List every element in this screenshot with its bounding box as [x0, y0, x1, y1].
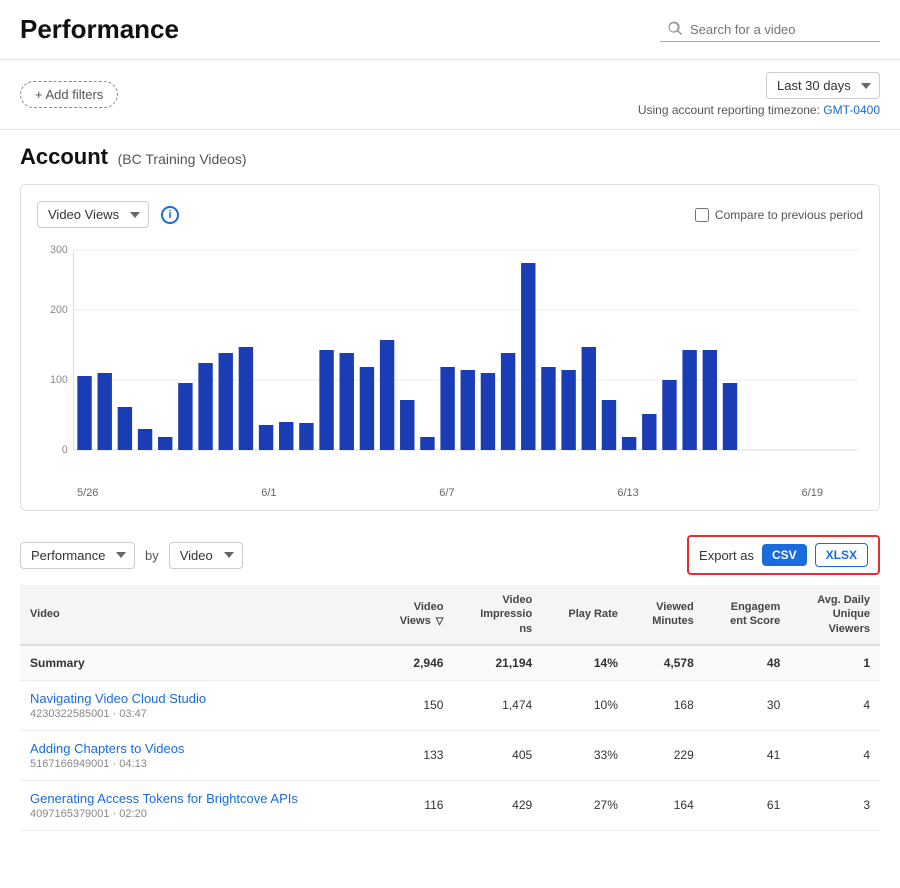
video-meta: 4097165379001 · 02:20	[30, 808, 365, 820]
summary-viewed-minutes: 4,578	[628, 645, 704, 681]
video-meta: 4230322585001 · 03:47	[30, 708, 365, 720]
export-label: Export as	[699, 548, 754, 563]
summary-video-views: 2,946	[375, 645, 454, 681]
table-metric-select[interactable]: Performance	[20, 542, 135, 569]
summary-impressions: 21,194	[453, 645, 542, 681]
video-title-link[interactable]: Navigating Video Cloud Studio	[30, 691, 365, 706]
col-avg-daily-unique[interactable]: Avg. DailyUniqueViewers	[790, 585, 880, 645]
video-meta: 5167166949001 · 04:13	[30, 758, 365, 770]
summary-unique-viewers: 1	[790, 645, 880, 681]
table-controls-left: Performance by Video	[20, 542, 243, 569]
search-input[interactable]	[690, 22, 872, 37]
col-video-impressions[interactable]: VideoImpressions	[453, 585, 542, 645]
svg-text:0: 0	[62, 444, 68, 456]
summary-row: Summary 2,946 21,194 14% 4,578 48 1	[20, 645, 880, 681]
chart-metric-select[interactable]: Video Views	[37, 201, 149, 228]
summary-label: Summary	[20, 645, 375, 681]
export-csv-button[interactable]: CSV	[762, 544, 807, 566]
export-area: Export as CSV XLSX	[687, 535, 880, 575]
by-label: by	[145, 548, 159, 563]
table-row: Adding Chapters to Videos 5167166949001 …	[20, 730, 880, 780]
chart-top: Video Views i Compare to previous period	[37, 201, 863, 228]
x-axis-labels: 5/26 6/1 6/7 6/13 6/19	[37, 483, 863, 499]
timezone-link[interactable]: GMT-0400	[823, 103, 880, 117]
search-icon	[668, 21, 684, 37]
info-icon[interactable]: i	[161, 206, 179, 224]
account-title: Account	[20, 144, 108, 169]
col-video-views[interactable]: VideoViews ▽	[375, 585, 454, 645]
svg-text:100: 100	[50, 374, 68, 386]
svg-text:300: 300	[50, 244, 68, 256]
video-title-link[interactable]: Adding Chapters to Videos	[30, 741, 365, 756]
col-play-rate[interactable]: Play Rate	[542, 585, 628, 645]
col-video: Video	[20, 585, 375, 645]
table-controls: Performance by Video Export as CSV XLSX	[20, 525, 880, 585]
search-box	[660, 17, 880, 42]
table-group-select[interactable]: Video	[169, 542, 243, 569]
col-viewed-minutes[interactable]: ViewedMinutes	[628, 585, 704, 645]
table-section: Performance by Video Export as CSV XLSX …	[0, 525, 900, 831]
account-subtitle: (BC Training Videos)	[118, 151, 247, 167]
compare-period-checkbox[interactable]	[695, 208, 709, 222]
header: Performance	[0, 0, 900, 60]
data-table: Video VideoViews ▽ VideoImpressions Play…	[20, 585, 880, 831]
table-header: Video VideoViews ▽ VideoImpressions Play…	[20, 585, 880, 645]
export-xlsx-button[interactable]: XLSX	[815, 543, 868, 567]
summary-engagement: 48	[704, 645, 790, 681]
chart-card: Video Views i Compare to previous period…	[20, 184, 880, 511]
video-title-cell: Adding Chapters to Videos 5167166949001 …	[20, 730, 375, 780]
table-body: Summary 2,946 21,194 14% 4,578 48 1 Navi…	[20, 645, 880, 831]
table-row: Generating Access Tokens for Brightcove …	[20, 780, 880, 830]
bar-chart-svg: 0 100 200 300	[37, 240, 863, 480]
add-filters-button[interactable]: + Add filters	[20, 81, 118, 108]
date-range-select[interactable]: Last 30 days Last 7 days Last 90 days Cu…	[766, 72, 880, 99]
filter-bar: + Add filters Last 30 days Last 7 days L…	[0, 60, 900, 130]
table-row: Navigating Video Cloud Studio 4230322585…	[20, 680, 880, 730]
compare-period-label: Compare to previous period	[695, 208, 863, 222]
col-engagement-score[interactable]: Engagement Score	[704, 585, 790, 645]
bar-chart: 0 100 200 300	[37, 240, 863, 500]
timezone-text: Using account reporting timezone: GMT-04…	[638, 103, 880, 117]
video-title-cell: Navigating Video Cloud Studio 4230322585…	[20, 680, 375, 730]
video-title-link[interactable]: Generating Access Tokens for Brightcove …	[30, 791, 365, 806]
svg-text:200: 200	[50, 304, 68, 316]
account-section: Account (BC Training Videos)	[0, 130, 900, 170]
video-title-cell: Generating Access Tokens for Brightcove …	[20, 780, 375, 830]
page-title: Performance	[20, 14, 179, 45]
summary-play-rate: 14%	[542, 645, 628, 681]
filter-right: Last 30 days Last 7 days Last 90 days Cu…	[638, 72, 880, 117]
